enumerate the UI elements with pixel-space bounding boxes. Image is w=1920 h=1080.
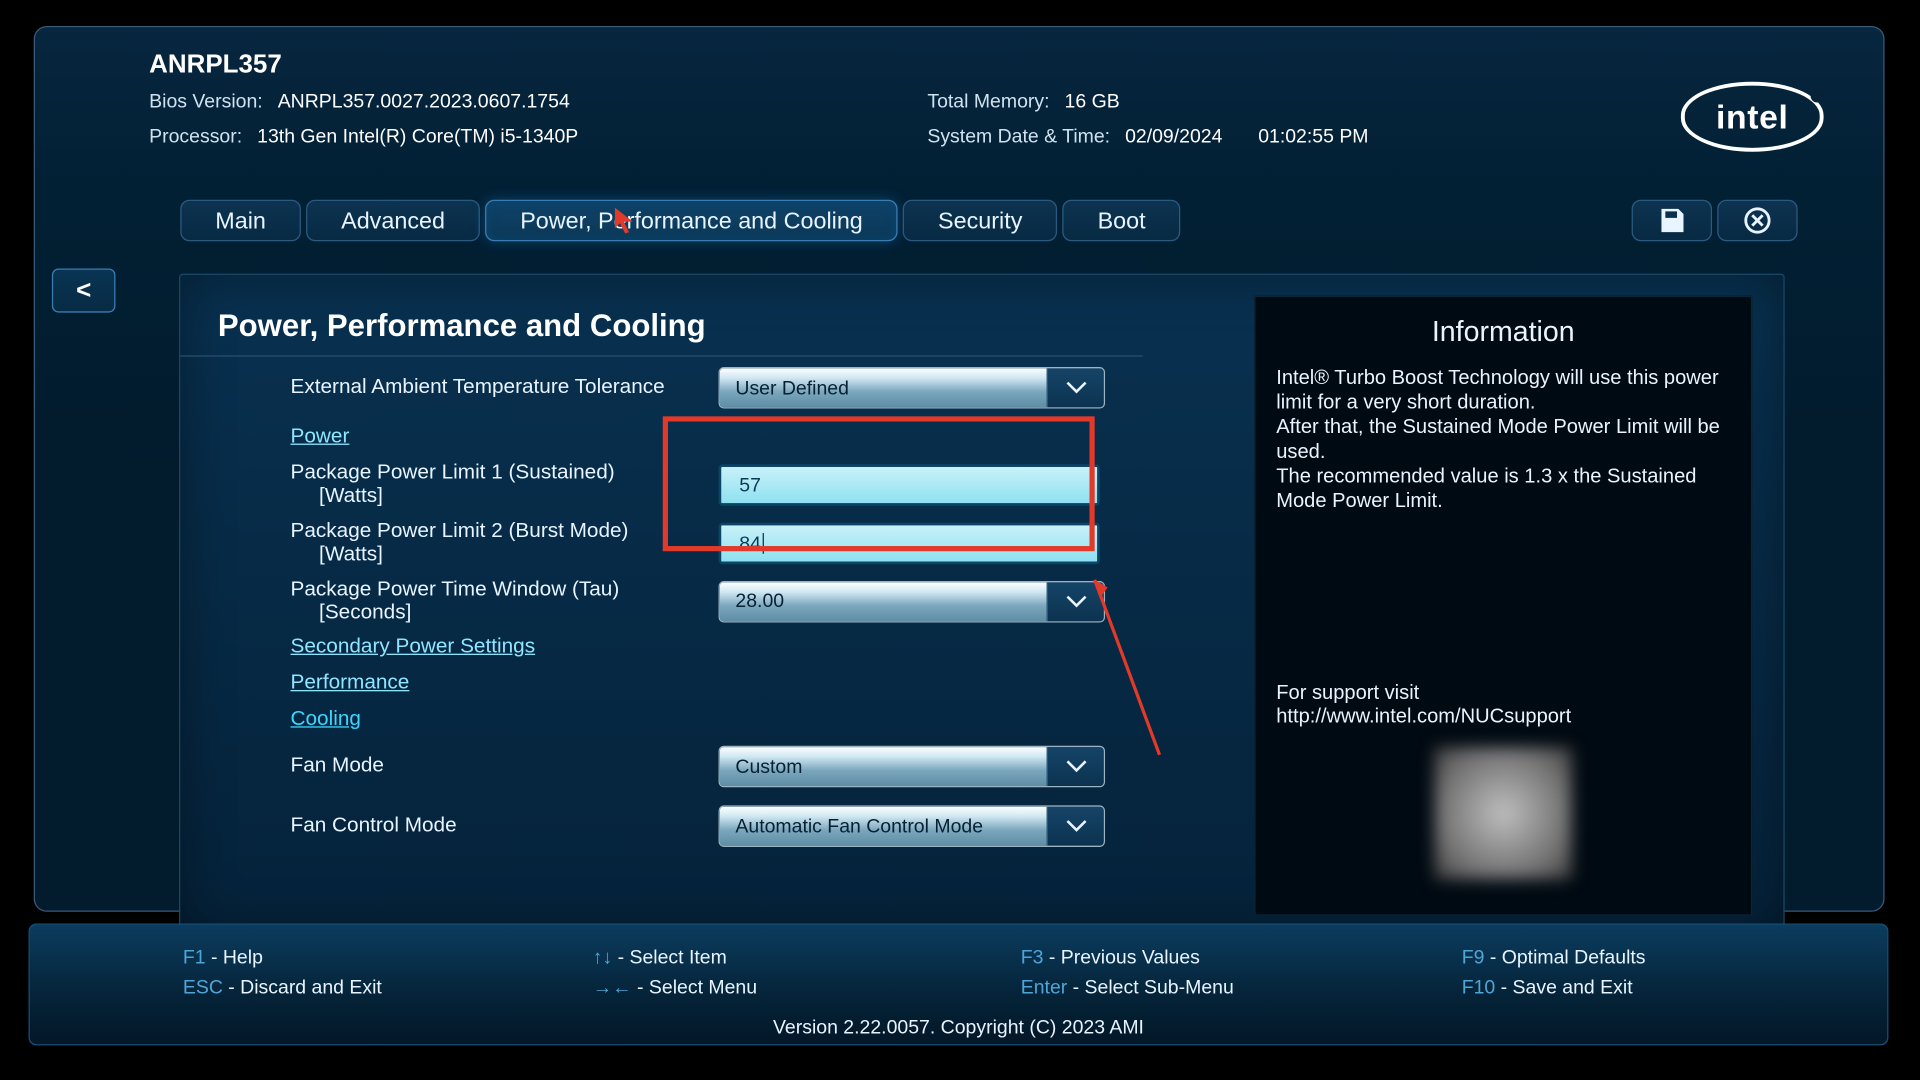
back-button[interactable]: < <box>52 268 116 312</box>
support-label: For support visit <box>1276 683 1419 705</box>
power-section-link[interactable]: Power <box>291 425 1186 448</box>
chevron-down-icon <box>1047 582 1104 621</box>
close-circle-icon <box>1742 205 1773 236</box>
fan-mode-dropdown[interactable]: Custom <box>719 746 1106 788</box>
memory-value: 16 GB <box>1065 91 1120 113</box>
f3-key: F3 <box>1021 947 1044 969</box>
tabs: Main Advanced Power, Performance and Coo… <box>180 200 1180 242</box>
pl1-input[interactable]: 57 <box>719 465 1100 507</box>
processor-label: Processor: <box>149 126 242 148</box>
board-name: ANRPL357 <box>149 51 1883 81</box>
support-url: http://www.intel.com/NUCsupport <box>1276 706 1571 728</box>
fan-control-mode-dropdown[interactable]: Automatic Fan Control Mode <box>719 806 1106 848</box>
tau-dropdown[interactable]: 28.00 <box>719 581 1106 623</box>
tau-label: Package Power Time Window (Tau) [Seconds… <box>291 578 719 626</box>
memory-label: Total Memory: <box>927 91 1049 113</box>
fan-mode-value: Custom <box>720 748 1047 787</box>
ambient-temp-value: User Defined <box>720 368 1047 407</box>
version-text: Version 2.22.0057. Copyright (C) 2023 AM… <box>30 1016 1887 1038</box>
pl2-label: Package Power Limit 2 (Burst Mode) [Watt… <box>291 520 719 568</box>
intel-logo: intel <box>1681 82 1824 152</box>
ambient-temp-label: External Ambient Temperature Tolerance <box>291 376 719 400</box>
tab-boot[interactable]: Boot <box>1063 200 1181 242</box>
save-icon <box>1656 205 1687 236</box>
pl2-input[interactable]: 84 <box>719 523 1100 565</box>
f1-key: F1 <box>183 947 206 969</box>
processor-value: 13th Gen Intel(R) Core(TM) i5-1340P <box>257 126 578 148</box>
f9-key: F9 <box>1462 947 1485 969</box>
date-value: 02/09/2024 <box>1125 126 1222 148</box>
fan-control-mode-value: Automatic Fan Control Mode <box>720 807 1047 846</box>
datetime-label: System Date & Time: <box>927 126 1110 148</box>
chevron-down-icon <box>1047 748 1104 787</box>
bios-version-label: Bios Version: <box>149 91 263 113</box>
footer-help-bar: F1 - Help ESC - Discard and Exit ↑↓ - Se… <box>29 923 1889 1045</box>
updown-key: ↑↓ <box>593 947 612 969</box>
cooling-link[interactable]: Cooling <box>291 709 1186 732</box>
qr-code-placeholder <box>1434 748 1571 880</box>
save-button[interactable] <box>1632 200 1712 242</box>
ambient-temp-dropdown[interactable]: User Defined <box>719 367 1106 409</box>
chevron-down-icon <box>1047 807 1104 846</box>
bios-version-value: ANRPL357.0027.2023.0607.1754 <box>278 91 570 113</box>
tab-power-performance-cooling[interactable]: Power, Performance and Cooling <box>485 200 898 242</box>
info-title: Information <box>1276 315 1730 349</box>
tab-main[interactable]: Main <box>180 200 301 242</box>
esc-key: ESC <box>183 977 223 999</box>
tab-security[interactable]: Security <box>903 200 1057 242</box>
header: ANRPL357 Bios Version: ANRPL357.0027.202… <box>35 27 1883 167</box>
performance-link[interactable]: Performance <box>291 672 1186 695</box>
page-title: Power, Performance and Cooling <box>180 275 1142 357</box>
info-panel: Information Intel® Turbo Boost Technolog… <box>1254 296 1752 916</box>
time-value: 01:02:55 PM <box>1258 126 1368 148</box>
chevron-down-icon <box>1047 368 1104 407</box>
info-text-2: After that, the Sustained Mode Power Lim… <box>1276 416 1720 463</box>
tab-advanced[interactable]: Advanced <box>306 200 480 242</box>
pl1-label: Package Power Limit 1 (Sustained) [Watts… <box>291 462 719 510</box>
fan-control-mode-label: Fan Control Mode <box>291 815 719 839</box>
fan-mode-label: Fan Mode <box>291 755 719 779</box>
info-text-3: The recommended value is 1.3 x the Susta… <box>1276 465 1696 512</box>
secondary-power-link[interactable]: Secondary Power Settings <box>291 636 1186 659</box>
info-text-1: Intel® Turbo Boost Technology will use t… <box>1276 367 1718 414</box>
text-caret <box>762 533 763 554</box>
tau-value: 28.00 <box>720 582 1047 621</box>
enter-key: Enter <box>1021 977 1068 999</box>
leftright-key: →← <box>593 977 632 999</box>
exit-button[interactable] <box>1717 200 1797 242</box>
f10-key: F10 <box>1462 977 1496 999</box>
